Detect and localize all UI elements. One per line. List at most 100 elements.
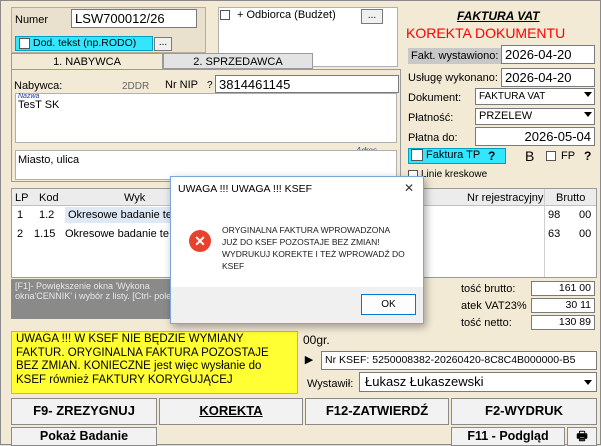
col-kod: Kod	[39, 192, 59, 204]
wystawil-dropdown-icon	[584, 380, 592, 385]
dokument-select[interactable]: FAKTURA VAT	[475, 88, 595, 105]
print-icon: 🖶	[576, 429, 588, 443]
platnosc-dropdown-icon	[584, 112, 592, 117]
dialog-footer: OK	[171, 287, 423, 323]
col-wyk: Wyk	[124, 192, 146, 204]
col-lp: LP	[15, 192, 29, 204]
usluge-label: Usługę wykonano:	[408, 72, 498, 84]
fp-checkbox[interactable]	[546, 151, 556, 161]
platna-do-label: Płatna do:	[408, 132, 458, 144]
f2-wydruk-button[interactable]: F2-WYDRUK	[451, 398, 597, 425]
f9-zrezygnuj-button[interactable]: F9- ZREZYGNUJ	[11, 398, 157, 425]
buyer-name-value: TesT SK	[18, 99, 60, 111]
numer-label: Numer	[15, 14, 49, 26]
vat-total-label: atek VAT23%	[461, 300, 527, 312]
dod-tekst-checkbox[interactable]: Dod. tekst (np.RODO)	[15, 36, 153, 51]
netto-total-label: tość netto:	[461, 317, 512, 329]
faktura-tp-label: Faktura TP	[426, 149, 481, 161]
usluge-input[interactable]: 2026-04-20	[501, 68, 595, 87]
dialog-close-icon[interactable]: ✕	[404, 181, 414, 195]
ksef-warning-text: UWAGA !!! W KSEF NIE BĘDZIE WYMIANY FAKT…	[16, 333, 269, 386]
korekta-button[interactable]: KOREKTA	[159, 398, 303, 425]
buyer-address-value: Miasto, ulica	[18, 154, 80, 166]
ksef-number-field: Nr KSEF: 5250008382-20260420-8C8C4B00000…	[321, 351, 597, 370]
tab-nabywca-label: 1. NABYWCA	[53, 56, 121, 68]
dokument-dropdown-icon	[584, 92, 592, 97]
ksef-warning: UWAGA !!! W KSEF NIE BĘDZIE WYMIANY FAKT…	[11, 331, 298, 394]
nip-label: Nr NIP	[165, 79, 198, 91]
dialog-line-1: ORYGINALNA FAKTURA WPROWADZONA	[222, 225, 391, 235]
odbiorca-checkbox[interactable]	[220, 10, 230, 20]
platnosc-select-value: PRZELEW	[479, 110, 533, 122]
ksef-number-value: Nr KSEF: 5250008382-20260420-8C8C4B00000…	[325, 354, 576, 366]
dokument-label: Dokument:	[408, 92, 462, 104]
col-brutto: Brutto	[556, 192, 586, 204]
korekta-label: KOREKTA	[199, 403, 263, 418]
ksef-arrow-button[interactable]: ▶	[301, 352, 317, 369]
fp-help[interactable]: ?	[584, 149, 591, 163]
dialog-titlebar: UWAGA !!! UWAGA !!! KSEF ✕	[171, 177, 423, 199]
vat-total-value: 30 11	[531, 298, 595, 313]
numer-input[interactable]: LSW700012/26	[71, 9, 197, 28]
platna-do-input[interactable]: 2026-05-04	[475, 127, 595, 146]
wystawil-label: Wystawił:	[307, 378, 354, 390]
faktura-tp-help[interactable]: ?	[488, 149, 495, 163]
dialog-title: UWAGA !!! UWAGA !!! KSEF	[178, 183, 312, 195]
row-brutto-gr: 00	[579, 228, 592, 240]
fakt-wyst-input[interactable]: 2026-04-20	[501, 45, 595, 64]
slownie-value: 00gr.	[303, 333, 330, 347]
linie-label: Linie kreskowe	[421, 169, 488, 180]
row-brutto-zl: 98	[548, 209, 561, 221]
tab-sprzedawca[interactable]: 2. SPRZEDAWCA	[163, 53, 313, 69]
dialog-line-2: JUŻ DO KSEF POZOSTAJE BEZ ZMIAN!	[222, 237, 380, 247]
row-name: Okresowe badanie te	[65, 228, 169, 240]
dialog-message: ORYGINALNA FAKTURA WPROWADZONA JUŻ DO KS…	[222, 224, 422, 272]
dialog-ok-button[interactable]: OK	[361, 294, 416, 315]
col-nr-rej: Nr rejestracyjny	[467, 192, 544, 204]
dialog-ok-label: OK	[381, 299, 396, 310]
ksef-dialog: UWAGA !!! UWAGA !!! KSEF ✕ ✕ ORYGINALNA …	[170, 176, 424, 324]
row-name: Okresowe badanie te	[65, 207, 175, 223]
b-label: B	[525, 148, 535, 164]
print-button[interactable]: 🖶	[567, 427, 597, 446]
row-brutto-zl: 63	[548, 228, 561, 240]
error-icon: ✕	[189, 230, 211, 252]
tab-sprzedawca-label: 2. SPRZEDAWCA	[193, 56, 283, 68]
netto-total-value: 130 89	[531, 315, 595, 330]
nip-input[interactable]: 3814461145	[215, 75, 399, 93]
dialog-line-3: WYDRUKUJ KOREKTE I TEŻ WPROWADŹ DO KSEF	[222, 249, 405, 271]
dokument-select-value: FAKTURA VAT	[479, 91, 546, 102]
row-brutto-gr: 00	[579, 209, 592, 221]
doc-title: FAKTURA VAT	[457, 9, 540, 23]
dialog-body: ✕ ORYGINALNA FAKTURA WPROWADZONA JUŻ DO …	[171, 199, 423, 287]
brutto-total-value: 161 00	[531, 281, 595, 296]
faktura-tp-box	[411, 149, 423, 162]
table-col-divider	[544, 189, 545, 277]
nip-help[interactable]: ?	[207, 80, 213, 91]
odbiorca-label: + Odbiorca (Budżet)	[237, 9, 336, 21]
buyer-name-field[interactable]: Nazwa TesT SK	[15, 93, 397, 143]
brutto-total-label: tość brutto:	[461, 283, 516, 295]
nabywca-label: Nabywca:	[14, 80, 63, 92]
dod-tekst-dots-button[interactable]: ...	[154, 37, 172, 51]
row-kod: 1.15	[34, 228, 56, 240]
pokaz-badanie-button[interactable]: Pokaż Badanie	[11, 427, 157, 446]
row-kod: 1.2	[39, 209, 55, 221]
odbiorca-dots-button[interactable]: ...	[361, 9, 383, 24]
help-text-value: [F1]- Powiększenie okna 'Wykona okna'CEN…	[15, 281, 172, 301]
f11-podglad-button[interactable]: F11 - Podgląd	[451, 427, 565, 446]
wystawil-value: Łukasz Łukaszewski	[365, 374, 484, 389]
tab-nabywca[interactable]: 1. NABYWCA	[11, 53, 163, 69]
dod-tekst-box	[19, 37, 30, 49]
ddr-label: 2DDR	[122, 81, 150, 92]
ksef-arrow-icon: ▶	[304, 354, 314, 366]
platnosc-select[interactable]: PRZELEW	[475, 108, 595, 125]
row-lp: 1	[17, 209, 24, 221]
help-text: [F1]- Powiększenie okna 'Wykona okna'CEN…	[11, 279, 179, 319]
f12-zatwierdz-button[interactable]: F12-ZATWIERDŹ	[305, 398, 449, 425]
dod-tekst-label: Dod. tekst (np.RODO)	[33, 37, 137, 49]
wystawil-select[interactable]: Łukasz Łukaszewski	[359, 372, 597, 392]
doc-subtitle: KOREKTA DOKUMENTU	[406, 25, 566, 41]
row-lp: 2	[17, 228, 24, 240]
fp-label: FP	[561, 150, 576, 162]
